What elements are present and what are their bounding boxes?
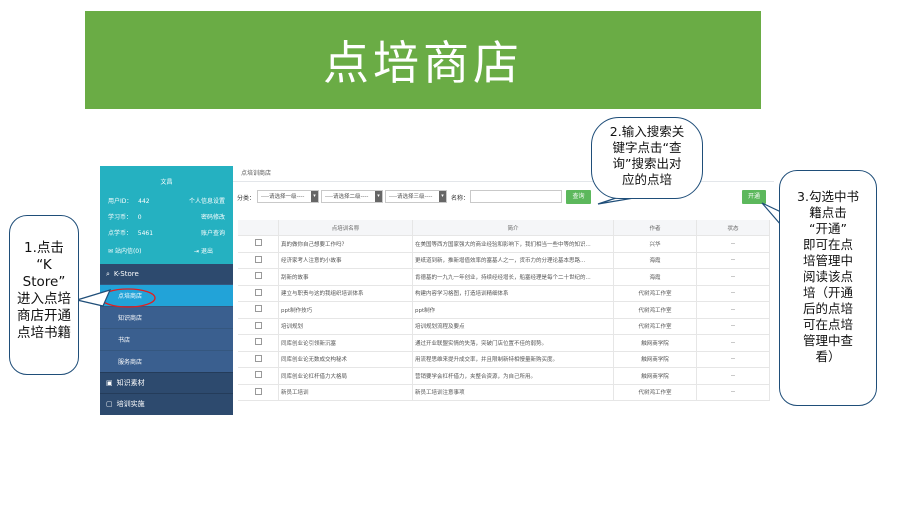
callout-step-2: 2.输入搜索关 键字点击“查 询”搜索出对 应的点培 [591,117,703,199]
callout-step-3: 3.勾选中书 籍点击 “开通” 即可在点 培管理中 阅读该点 培（开通 后的点培… [779,170,877,406]
callout-step-1: 1.点击 “K Store” 进入点培 商店开通 点培书籍 [9,215,79,375]
annotation-overlay [74,193,782,308]
callout-1-pointer [74,289,112,307]
